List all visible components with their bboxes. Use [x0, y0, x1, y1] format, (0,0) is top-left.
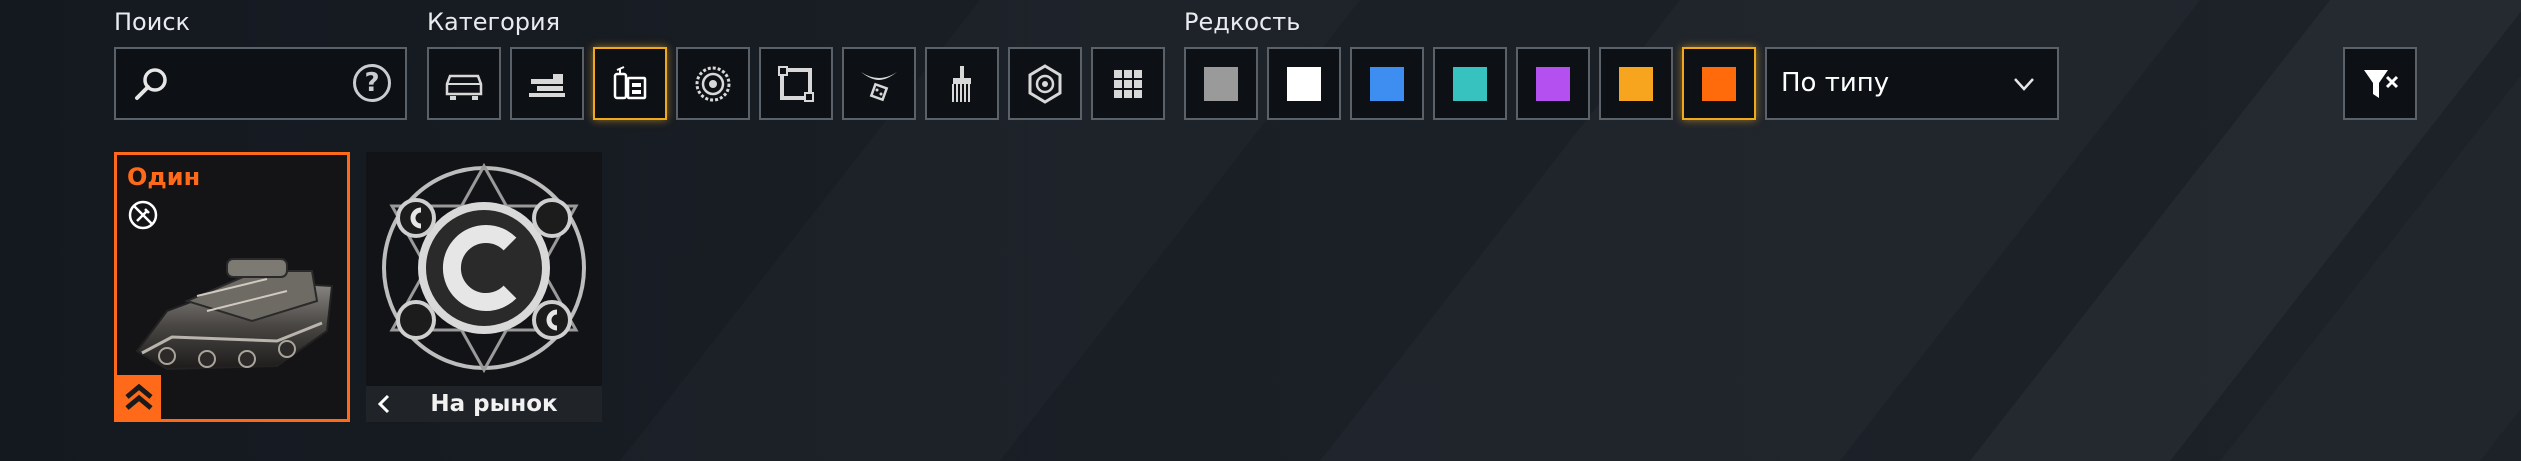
rarity-swatch-common [1204, 66, 1238, 101]
category-paint-button[interactable] [925, 47, 999, 120]
rarity-swatch-rare [1370, 66, 1404, 101]
vehicle-cabin-icon [445, 74, 483, 100]
rarity-legendary-button[interactable] [1599, 47, 1673, 120]
category-cabin-button[interactable] [427, 47, 501, 120]
category-label: Категория [427, 8, 561, 36]
category-decor-button[interactable] [842, 47, 916, 120]
all-items-icon [1114, 69, 1142, 98]
rarity-swatch-special [1453, 66, 1487, 101]
to-market-label: На рынок [430, 391, 558, 417]
category-structure-button[interactable] [759, 47, 833, 120]
help-icon[interactable]: ? [353, 64, 391, 102]
rarity-swatch-relic [1702, 66, 1736, 101]
wheel-icon [695, 66, 731, 101]
rarity-swatch-legendary [1619, 66, 1653, 101]
search-icon [135, 68, 167, 100]
rarity-relic-button[interactable] [1682, 47, 1756, 120]
rarity-special-button[interactable] [1433, 47, 1507, 120]
rarity-uncommon-button[interactable] [1267, 47, 1341, 120]
sort-value: По типу [1781, 68, 1890, 98]
item-image [135, 258, 334, 371]
no-craft-icon [128, 200, 158, 230]
decor-icon [861, 71, 897, 101]
sort-dropdown[interactable]: По типу [1765, 47, 2059, 120]
weapon-icon [529, 73, 565, 97]
market-card[interactable]: На рынок [366, 152, 602, 422]
rank-badge [117, 375, 161, 419]
category-weapon-button[interactable] [510, 47, 584, 120]
rarity-swatch-epic [1536, 66, 1570, 101]
rarity-label: Редкость [1184, 8, 1301, 36]
resource-icon [1028, 63, 1062, 104]
module-icon [613, 65, 647, 99]
category-all-button[interactable] [1091, 47, 1165, 120]
rarity-swatch-uncommon [1287, 66, 1321, 101]
category-wheel-button[interactable] [676, 47, 750, 120]
rarity-common-button[interactable] [1184, 47, 1258, 120]
category-resource-button[interactable] [1008, 47, 1082, 120]
structure-icon [778, 65, 814, 102]
rarity-epic-button[interactable] [1516, 47, 1590, 120]
crossout-emblem-icon [382, 162, 586, 374]
search-input[interactable]: ? [114, 47, 407, 120]
reset-filters-button[interactable] [2343, 47, 2417, 120]
filter-clear-icon [2364, 69, 2399, 98]
category-module-button[interactable] [593, 47, 667, 120]
to-market-button[interactable]: На рынок [366, 386, 602, 422]
search-label: Поиск [114, 8, 191, 36]
rarity-rare-button[interactable] [1350, 47, 1424, 120]
chevron-down-icon [2014, 78, 2034, 91]
paint-icon [952, 65, 971, 102]
item-card[interactable]: Один [114, 152, 350, 422]
rank-chevron-icon [125, 383, 153, 410]
item-title: Один [127, 163, 201, 191]
